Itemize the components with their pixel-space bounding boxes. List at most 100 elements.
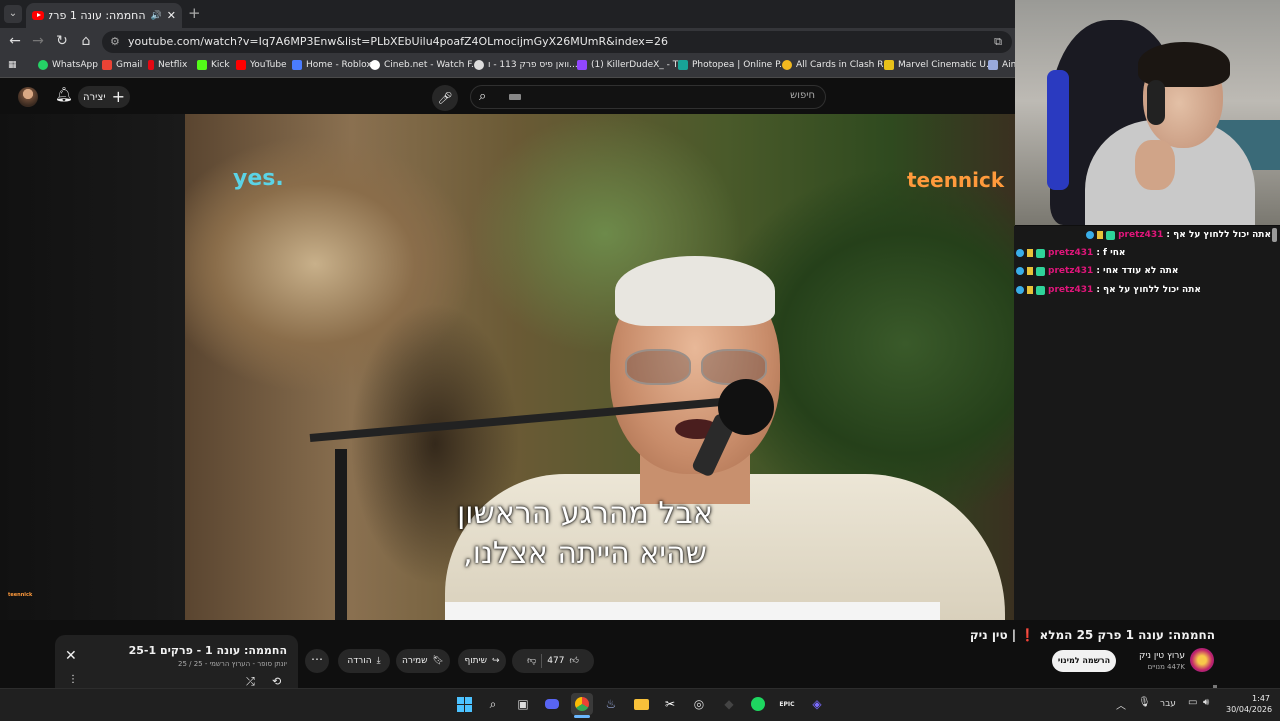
like-count[interactable]: 477 <box>547 656 564 666</box>
discord-icon[interactable] <box>541 693 563 715</box>
close-icon[interactable]: ✕ <box>65 648 77 664</box>
more-vert-icon[interactable]: ⋮ <box>68 674 78 685</box>
bookmark-netflix[interactable]: Netflix <box>148 60 187 70</box>
chat-text: אחי f : <box>1096 248 1126 258</box>
playlist-subtitle: יונתן סופר - הערוץ הרשמי - 25 / 25 <box>177 660 287 668</box>
close-tab-icon[interactable]: ✕ <box>167 9 176 22</box>
bookmark-marvel[interactable]: Marvel Cinematic U... <box>884 60 995 70</box>
bookmark-whatsapp[interactable]: WhatsApp <box>38 60 98 70</box>
badge-icon <box>1027 249 1033 257</box>
obs-icon[interactable]: ◈ <box>806 693 828 715</box>
app-icon[interactable]: ◆ <box>718 693 740 715</box>
capcut-icon[interactable]: ✂ <box>659 693 681 715</box>
bookmark-kick[interactable]: Kick <box>197 60 230 70</box>
chat-scrollbar[interactable] <box>1272 228 1277 242</box>
save-button[interactable]: שמירה 🔖︎ <box>396 649 450 673</box>
video-letterbox <box>0 114 185 620</box>
search-input[interactable]: ⌕ חיפוש <box>470 85 826 109</box>
video-title: החממה: עונה 1 פרק 25 המלא ❗ | טין ניק <box>969 628 1215 642</box>
chat-message: pretz431 אתה יכול ללחוץ על אף : <box>1014 230 1271 240</box>
bookmark-cineb[interactable]: Cineb.net - Watch F... <box>370 60 480 70</box>
github-desktop-icon[interactable]: ◎ <box>688 693 710 715</box>
loop-icon[interactable]: ⟲ <box>272 675 281 688</box>
chat-username: pretz431 <box>1048 248 1094 258</box>
bookmark-gmail[interactable]: Gmail <box>102 60 142 70</box>
install-app-icon[interactable]: ⧉ <box>994 31 1002 53</box>
forward-icon[interactable]: → <box>29 33 47 49</box>
speaker-icon[interactable]: 🔊 <box>151 11 162 21</box>
url-text: youtube.com/watch?v=Iq7A6MP3Enw&list=PLb… <box>128 35 668 48</box>
chat-message: pretz431 אחי f : <box>1014 248 1271 258</box>
like-dislike-group: 👎︎ 477 👍︎ <box>512 649 594 673</box>
microphone-tray-icon[interactable]: 🎙︎ <box>1138 697 1151 708</box>
microphone-windscreen <box>718 379 774 435</box>
browser-tab[interactable]: החממה: עונה 1 פרק 25 המ 🔊 ✕ <box>26 3 182 28</box>
microphone-icon: 🎤︎ <box>437 91 453 105</box>
download-button[interactable]: הורדה ⤓ <box>338 649 390 673</box>
more-actions-button[interactable]: ⋯ <box>305 649 329 673</box>
playlist-title[interactable]: החממה: עונה 1 - פרקים 25-1 <box>100 644 287 657</box>
shuffle-icon[interactable]: ⤮ <box>246 675 255 689</box>
badge-icon <box>1036 248 1045 258</box>
search-icon[interactable]: ⌕ <box>479 89 486 104</box>
new-tab-button[interactable]: + <box>188 4 201 22</box>
bookmark-twitch[interactable]: (1) KillerDudeX_ - T... <box>577 60 686 70</box>
epic-games-icon[interactable]: EPIC <box>776 693 798 715</box>
bookmarks-bar: ▦ WhatsApp Gmail Netflix Kick YouTube Ho… <box>0 56 1015 78</box>
badge-icon <box>1016 267 1024 275</box>
tab-search-button[interactable]: ⌄ <box>4 5 22 23</box>
spotify-icon[interactable] <box>747 693 769 715</box>
gmail-icon <box>102 60 112 70</box>
avatar[interactable] <box>18 87 38 107</box>
file-explorer-icon[interactable] <box>630 693 652 715</box>
home-icon[interactable]: ⌂ <box>77 33 95 49</box>
badge-icon <box>1016 249 1024 257</box>
create-button[interactable]: יצירה + <box>78 86 130 108</box>
streamer-hand <box>1135 140 1175 190</box>
create-label: יצירה <box>83 91 106 103</box>
subtitle-line-2: שהיא הייתה אצלנו, <box>463 536 707 571</box>
back-icon[interactable]: ← <box>6 33 24 49</box>
yes-logo: yes. <box>233 166 284 191</box>
chat-message: pretz431 אתה יכול ללחוץ על אף : <box>1014 285 1271 295</box>
volume-icon[interactable]: 🔊︎ <box>1203 697 1209 708</box>
taskbar-clock[interactable]: 1:47 30/04/2026 <box>1226 693 1272 715</box>
reload-icon[interactable]: ↻ <box>53 33 71 49</box>
subtitle-line-1: אבל מהרגע הראשון <box>457 496 713 531</box>
clash-icon <box>782 60 792 70</box>
share-button[interactable]: שיתוף ↪ <box>458 649 506 673</box>
voice-search-button[interactable]: 🎤︎ <box>432 85 458 111</box>
keyboard-icon[interactable] <box>509 94 521 100</box>
chrome-icon[interactable] <box>571 693 593 715</box>
dislike-icon[interactable]: 👎︎ <box>527 656 536 666</box>
site-info-icon[interactable]: ⚙ <box>110 31 120 53</box>
chat-username: pretz431 <box>1118 230 1164 240</box>
podium <box>445 602 940 620</box>
download-icon: ⤓ <box>376 656 381 666</box>
apps-icon[interactable]: ▦ <box>8 60 17 70</box>
bookmark-roblox[interactable]: Home - Roblox <box>292 60 372 70</box>
start-icon[interactable] <box>453 693 475 715</box>
notifications-bell-icon[interactable]: 🔔︎ <box>55 87 73 103</box>
bookmark-aim[interactable]: Aim <box>988 60 1015 70</box>
tray-overflow-icon[interactable]: ︿ <box>1116 697 1126 712</box>
bookmark-onepiece[interactable]: וואן פיס פרק 113 - ו... <box>474 60 578 70</box>
webcam-overlay <box>1015 0 1280 225</box>
subscribe-button[interactable]: הרשמה למינוי <box>1052 650 1116 672</box>
network-icon[interactable]: ▭ <box>1188 697 1197 708</box>
badge-icon <box>1027 267 1033 275</box>
bookmark-youtube[interactable]: YouTube <box>236 60 287 70</box>
video-player[interactable]: yes. teennick אבל מהרגע הראשון שהיא היית… <box>185 114 1015 620</box>
search-icon[interactable]: ⌕ <box>482 693 504 715</box>
steam-icon[interactable]: ♨ <box>600 693 622 715</box>
photopea-icon <box>678 60 688 70</box>
like-icon[interactable]: 👍︎ <box>569 656 578 666</box>
bookmark-photopea[interactable]: Photopea | Online P... <box>678 60 788 70</box>
task-view-icon[interactable]: ▣ <box>512 693 534 715</box>
gaming-chair-trim <box>1047 70 1069 190</box>
badge-icon <box>1036 285 1045 295</box>
language-indicator[interactable]: עבר <box>1160 699 1176 709</box>
address-bar[interactable]: ⚙ youtube.com/watch?v=Iq7A6MP3Enw&list=P… <box>102 31 1012 53</box>
bookmark-clashroyale[interactable]: All Cards in Clash R... <box>782 60 892 70</box>
channel-avatar[interactable] <box>1190 648 1214 672</box>
